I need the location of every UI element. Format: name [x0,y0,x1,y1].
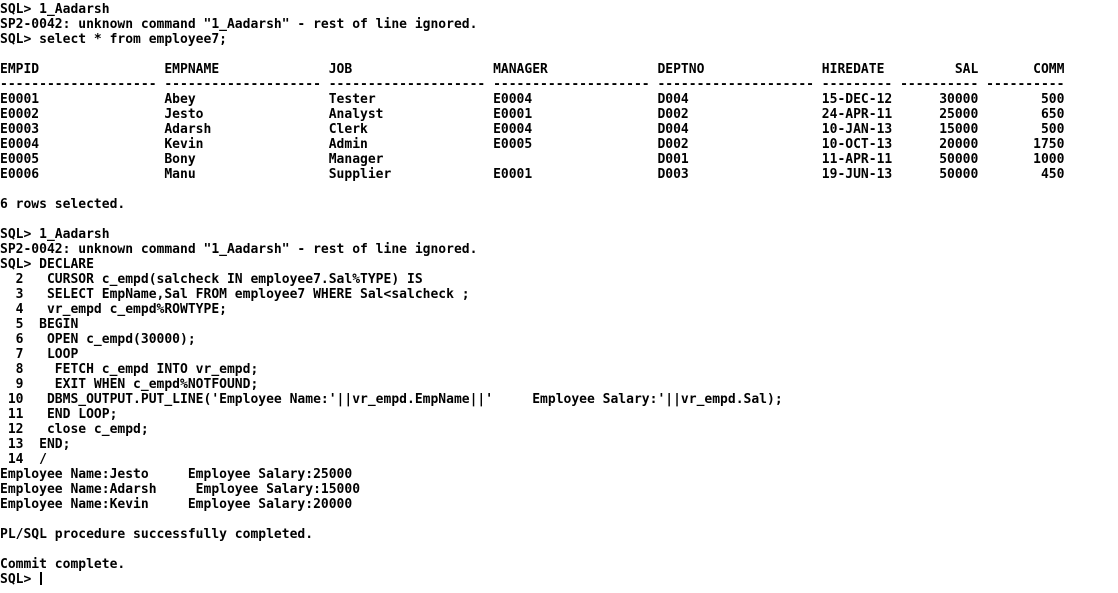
console-line: SP2-0042: unknown command "1_Aadarsh" - … [0,17,478,32]
table-row: E0002 Jesto Analyst E0001 D002 24-APR-11… [0,107,1065,122]
plsql-code-line: 3 SELECT EmpName,Sal FROM employee7 WHER… [0,287,470,302]
plsql-code-line: 12 close c_empd; [0,422,149,437]
plsql-code-line: 2 CURSOR c_empd(salcheck IN employee7.Sa… [0,272,423,287]
output-line: Employee Name:Adarsh Employee Salary:150… [0,482,361,497]
table-row: E0001 Abey Tester E0004 D004 15-DEC-12 3… [0,92,1065,107]
plsql-code-line: 8 FETCH c_empd INTO vr_empd; [0,362,259,377]
table-row: E0004 Kevin Admin E0005 D002 10-OCT-13 2… [0,137,1065,152]
table-header-row: EMPID EMPNAME JOB MANAGER DEPTNO HIREDAT… [0,62,1065,77]
plsql-code-line: 11 END LOOP; [0,407,118,422]
plsql-code-line: 6 OPEN c_empd(30000); [0,332,196,347]
plsql-code-line: 7 LOOP [0,347,79,362]
output-line: Employee Name:Kevin Employee Salary:2000… [0,497,353,512]
output-line: Employee Name:Jesto Employee Salary:2500… [0,467,353,482]
plsql-code-line: 5 BEGIN [0,317,79,332]
table-row: E0006 Manu Supplier E0001 D003 19-JUN-13… [0,167,1065,182]
plsql-code-line: 9 EXIT WHEN c_empd%NOTFOUND; [0,377,259,392]
plsql-code-line: 10 DBMS_OUTPUT.PUT_LINE('Employee Name:'… [0,392,783,407]
console-line: SQL> select * from employee7; [0,32,227,47]
table-row: E0005 Bony Manager D001 11-APR-11 50000 … [0,152,1065,167]
command-prompt-line[interactable]: SQL> [0,572,1118,587]
error-message: SP2-0042: unknown command "1_Aadarsh" - … [0,242,478,257]
status-message: PL/SQL procedure successfully completed. [0,527,314,542]
plsql-code-line: 13 END; [0,437,71,452]
table-header-separator: -------------------- -------------------… [0,77,1065,92]
text-cursor [40,572,43,585]
row-count-message: 6 rows selected. [0,197,126,212]
prompt-text: SQL> [0,572,40,587]
console-line: SQL> 1_Aadarsh [0,227,110,242]
status-message: Commit complete. [0,557,126,572]
table-row: E0003 Adarsh Clerk E0004 D004 10-JAN-13 … [0,122,1065,137]
plsql-code-line: SQL> DECLARE [0,257,94,272]
plsql-code-line: 14 / [0,452,47,467]
console-line: SQL> 1_Aadarsh [0,2,110,17]
plsql-code-line: 4 vr_empd c_empd%ROWTYPE; [0,302,227,317]
sqlplus-console[interactable]: SQL> 1_Aadarsh SP2-0042: unknown command… [0,0,1118,593]
